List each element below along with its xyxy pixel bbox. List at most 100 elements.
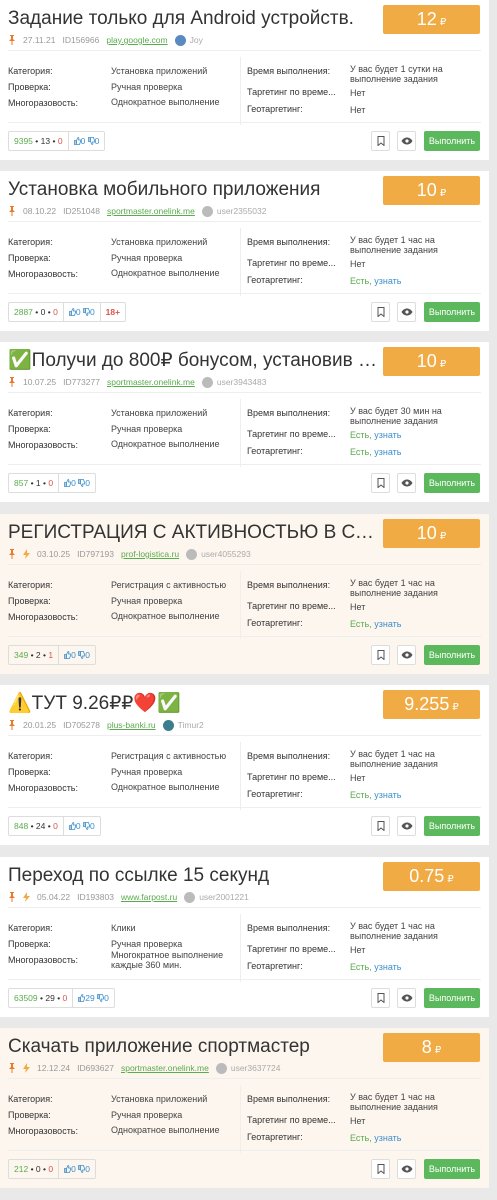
bookmark-button[interactable] <box>371 131 390 151</box>
task-stats: 349 • 2 • 1 0 0 <box>8 645 96 665</box>
geo-learn-link[interactable]: узнать <box>374 790 401 800</box>
author-name: user4055293 <box>201 549 251 559</box>
task-author[interactable]: Timur2 <box>162 719 204 731</box>
targeting-no: Нет <box>350 88 366 98</box>
hide-button[interactable] <box>397 816 416 836</box>
thumbs-down-icon[interactable] <box>97 993 105 1003</box>
targeting-learn-link[interactable]: узнать <box>374 430 401 440</box>
process-count: 0 <box>35 1164 41 1174</box>
task-price: 10 ₽ <box>383 519 480 548</box>
hide-button[interactable] <box>397 473 416 493</box>
thumbs-down-icon[interactable] <box>78 1164 86 1174</box>
bookmark-button[interactable] <box>371 473 390 493</box>
task-domain-link[interactable]: prof-logistica.ru <box>121 549 179 559</box>
reuse-value: Однократное выполнение <box>111 439 220 449</box>
rating[interactable]: 0 0 <box>64 303 101 321</box>
rating[interactable]: 0 0 <box>64 817 100 835</box>
dislikes-count: 0 <box>104 993 109 1003</box>
done-count: 349 <box>14 650 29 660</box>
bookmark-button[interactable] <box>371 1159 390 1179</box>
rating[interactable]: 0 0 <box>59 474 95 492</box>
check-value: Ручная проверка <box>111 253 183 263</box>
bookmark-button[interactable] <box>371 988 390 1008</box>
price-value: 10 <box>416 523 437 543</box>
hide-button[interactable] <box>397 1159 416 1179</box>
thumbs-down-icon[interactable] <box>83 307 90 317</box>
thumbs-up-icon[interactable] <box>68 307 76 317</box>
run-task-button[interactable]: Выполнить <box>424 473 480 493</box>
task-author[interactable]: user3943483 <box>201 376 266 388</box>
task-author[interactable]: user3637724 <box>215 1062 280 1074</box>
process-count: 29 <box>45 993 55 1003</box>
hide-button[interactable] <box>397 131 416 151</box>
run-task-button[interactable]: Выполнить <box>424 816 480 836</box>
task-title[interactable]: ⚠️ТУТ 9.26₽₽❤️✅ <box>8 691 378 717</box>
task-domain-link[interactable]: sportmaster.onelink.me <box>107 377 195 387</box>
run-task-button[interactable]: Выполнить <box>424 988 480 1008</box>
bookmark-icon <box>377 821 385 831</box>
task-title[interactable]: Установка мобильного приложения <box>8 177 378 203</box>
geo-learn-link[interactable]: узнать <box>374 447 401 457</box>
rating[interactable]: 0 0 <box>59 1160 95 1178</box>
task-domain-link[interactable]: sportmaster.onelink.me <box>107 206 195 216</box>
task-title[interactable]: ✅Получи до 800₽ бонусом, установив прило… <box>8 348 378 374</box>
bookmark-button[interactable] <box>371 816 390 836</box>
reuse-value: Однократное выполнение <box>111 97 220 107</box>
task-domain-link[interactable]: play.google.com <box>106 35 167 45</box>
task-stats: 212 • 0 • 0 0 0 <box>8 1159 96 1179</box>
task-domain-link[interactable]: plus-banki.ru <box>107 720 156 730</box>
hide-button[interactable] <box>397 988 416 1008</box>
thumbs-down-icon[interactable] <box>78 650 86 660</box>
run-task-button[interactable]: Выполнить <box>424 302 480 322</box>
hide-button[interactable] <box>397 645 416 665</box>
thumbs-down-icon[interactable] <box>78 478 86 488</box>
eye-icon <box>401 137 413 145</box>
run-task-button[interactable]: Выполнить <box>424 1159 480 1179</box>
thumbs-down-icon[interactable] <box>83 821 90 831</box>
run-task-button[interactable]: Выполнить <box>424 645 480 665</box>
rating[interactable]: 29 0 <box>73 989 114 1007</box>
task-id: ID705278 <box>63 720 100 730</box>
hide-button[interactable] <box>397 302 416 322</box>
task-title[interactable]: Скачать приложение спортмастер <box>8 1034 378 1060</box>
pin-icon <box>8 892 16 902</box>
author-name: Timur2 <box>177 720 204 730</box>
thumbs-down-icon[interactable] <box>87 136 95 146</box>
bookmark-button[interactable] <box>371 302 390 322</box>
rating[interactable]: 0 0 <box>59 646 95 664</box>
task-title[interactable]: Задание только для Android устройств. <box>8 6 378 32</box>
geo-learn-link[interactable]: узнать <box>374 1133 401 1143</box>
task-title[interactable]: Переход по ссылке 15 секунд <box>8 863 378 889</box>
time-value: У вас будет 1 час на выполнение задания <box>350 578 438 598</box>
reject-count: 0 <box>48 478 54 488</box>
eye-icon <box>401 308 413 316</box>
task-id: ID193803 <box>77 892 114 902</box>
targeting-label: Таргетинг по време... <box>247 87 336 97</box>
geo-label: Геотаргетинг: <box>247 1132 303 1142</box>
task-domain-link[interactable]: www.farpost.ru <box>121 892 177 902</box>
reuse-value: Однократное выполнение <box>111 268 220 278</box>
bookmark-icon <box>377 478 385 488</box>
task-author[interactable]: user2355032 <box>201 205 266 217</box>
task-meta: 05.04.22 ID193803 www.farpost.ru user200… <box>8 890 256 904</box>
task-domain-link[interactable]: sportmaster.onelink.me <box>121 1063 209 1073</box>
bookmark-button[interactable] <box>371 645 390 665</box>
thumbs-up-icon[interactable] <box>73 136 81 146</box>
task-author[interactable]: Joy <box>174 34 203 46</box>
category-label: Категория: <box>8 923 53 933</box>
reuse-value: Многократное выполнение каждые 360 мин. <box>111 950 224 970</box>
geo-learn-link[interactable]: узнать <box>374 619 401 629</box>
rating[interactable]: 0 0 <box>69 132 105 150</box>
task-author[interactable]: user4055293 <box>186 548 251 560</box>
thumbs-up-icon[interactable] <box>68 821 76 831</box>
targeting-value: Нет <box>350 602 365 612</box>
check-label: Проверка: <box>8 82 51 92</box>
task-author[interactable]: user2001221 <box>184 891 249 903</box>
eye-icon <box>401 994 413 1002</box>
geo-learn-link[interactable]: узнать <box>374 276 401 286</box>
task-id: ID251048 <box>63 206 100 216</box>
geo-learn-link[interactable]: узнать <box>374 962 401 972</box>
dislikes-count: 0 <box>89 307 95 317</box>
task-title[interactable]: РЕГИСТРАЦИЯ С АКТИВНОСТЬЮ В СОЦСЕТЯХ <box>8 520 378 546</box>
run-task-button[interactable]: Выполнить <box>424 131 480 151</box>
